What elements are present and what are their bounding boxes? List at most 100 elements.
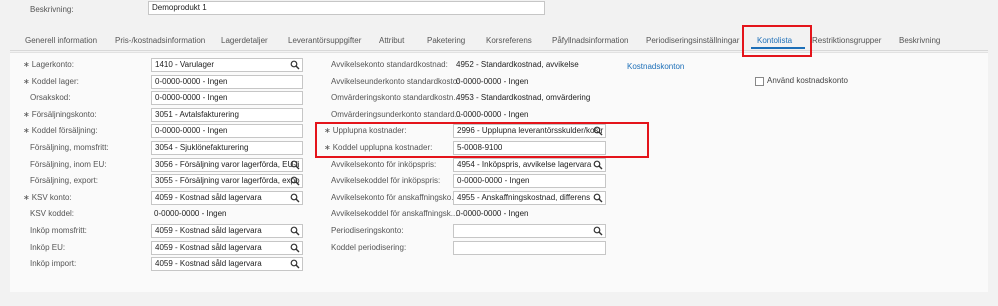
required-marker: ∗ <box>23 109 30 119</box>
account-input-field[interactable]: 0-0000-0000 - Ingen <box>151 74 303 89</box>
search-icon[interactable] <box>290 60 300 70</box>
search-icon[interactable] <box>290 259 300 269</box>
account-lookup-field[interactable]: 4059 - Kostnad såld lagervara <box>151 240 303 255</box>
field-label-text: Avvikelseunderkonto standardkosto: <box>331 76 460 86</box>
account-lookup-field[interactable]: 3056 - Försäljning varor lagerförda, EU-… <box>151 157 303 172</box>
field-label: Periodiseringskonto: <box>331 225 403 237</box>
tab-3[interactable]: Leverantörsuppgifter <box>288 35 361 47</box>
field-value: 0-0000-0000 - Ingen <box>456 209 529 219</box>
field-label-text: Försäljning, momsfritt: <box>30 143 109 152</box>
tab-4[interactable]: Attribut <box>379 35 404 47</box>
field-label-text: Inköp EU: <box>30 242 66 252</box>
field-label: Inköp EU: <box>30 242 65 254</box>
required-marker: ∗ <box>23 192 30 202</box>
field-label: Inköp momsfritt: <box>30 225 87 237</box>
required-marker: ∗ <box>23 60 30 69</box>
field-label: Orsakskod: <box>30 92 70 104</box>
tab-8[interactable]: Periodiseringsinställningar <box>646 35 739 47</box>
field-label-text: Avvikelsekoddel för anskaffningsk... <box>331 209 458 219</box>
field-label-text: KSV konto: <box>31 192 72 202</box>
field-label: ∗ Koddel lager: <box>23 76 79 88</box>
tab-6[interactable]: Korsreferens <box>486 35 532 47</box>
tab-11[interactable]: Beskrivning <box>899 35 940 47</box>
field-value: 3056 - Försäljning varor lagerförda, EU-… <box>155 159 300 169</box>
account-lookup-field[interactable]: 4059 - Kostnad såld lagervara <box>151 190 303 205</box>
account-lookup-field[interactable]: 4954 - Inköpspris, avvikelse lagervara <box>453 157 606 172</box>
tab-10[interactable]: Restriktionsgrupper <box>812 35 881 47</box>
field-label: ∗ Försäljningskonto: <box>23 109 97 121</box>
field-value: 0-0000-0000 - Ingen <box>456 109 529 119</box>
field-label-text: Avvikelsekonto för inköpspris: <box>331 159 437 169</box>
field-label-text: Periodiseringskonto: <box>331 226 404 235</box>
account-lookup-field[interactable]: 3055 - Försäljning varor lagerförda, exp… <box>151 174 303 189</box>
search-icon[interactable] <box>593 193 603 203</box>
search-icon[interactable] <box>290 226 300 236</box>
account-input-field[interactable]: 3054 - Sjuklönefakturering <box>151 141 303 155</box>
field-value: 4952 - Standardkostnad, avvikelse <box>456 60 579 69</box>
tab-2[interactable]: Lagerdetaljer <box>221 35 268 47</box>
search-icon[interactable] <box>593 160 603 170</box>
field-value: 0-0000-0000 - Ingen <box>155 126 228 136</box>
field-value: 4955 - Anskaffningskostnad, differens <box>457 192 591 202</box>
field-value: 0-0000-0000 - Ingen <box>457 176 530 186</box>
field-value: 3055 - Försäljning varor lagerförda, exp… <box>155 176 300 186</box>
required-marker: ∗ <box>23 126 30 136</box>
field-value: 4059 - Kostnad såld lagervara <box>155 259 262 269</box>
field-label-text: Försäljning, export: <box>30 176 99 186</box>
field-label: Försäljning, export: <box>30 175 98 187</box>
field-label-text: KSV koddel: <box>30 209 75 219</box>
search-icon[interactable] <box>290 160 300 170</box>
search-icon[interactable] <box>290 193 300 203</box>
field-value: 0-0000-0000 - Ingen <box>456 76 529 86</box>
field-label: Avvikelsekoddel för anskaffningsk... <box>331 208 457 220</box>
field-value: 4954 - Inköpspris, avvikelse lagervara <box>457 159 592 169</box>
tab-1[interactable]: Pris-/kostnadsinformation <box>115 35 205 47</box>
field-value: 4059 - Kostnad såld lagervara <box>155 226 262 235</box>
field-label: Försäljning, inom EU: <box>30 159 106 171</box>
account-input-field[interactable] <box>453 240 606 255</box>
active-tab-highlight <box>742 25 812 57</box>
field-label: Avvikelseunderkonto standardkosto: <box>331 76 459 88</box>
account-lookup-field[interactable]: 4059 - Kostnad såld lagervara <box>151 224 303 238</box>
account-lookup-field[interactable] <box>453 224 606 238</box>
account-lookup-field[interactable]: 4955 - Anskaffningskostnad, differens <box>453 190 606 205</box>
field-label: Avvikelsekoddel för inköpspris: <box>331 175 440 187</box>
field-value: 4059 - Kostnad såld lagervara <box>155 242 262 252</box>
tab-bar-divider <box>10 50 988 51</box>
field-value: 0-0000-0000 - Ingen <box>155 93 228 103</box>
field-label-text: Lagerkonto: <box>31 60 74 69</box>
field-label: Avvikelsekonto för inköpspris: <box>331 159 436 171</box>
field-label: Försäljning, momsfritt: <box>30 142 109 154</box>
search-icon[interactable] <box>593 226 603 236</box>
field-label: Avvikelsekonto för anskaffningsko... <box>331 192 458 204</box>
tab-0[interactable]: Generell information <box>25 35 97 47</box>
cost-accounts-link[interactable]: Kostnadskonton <box>627 61 684 73</box>
field-label-text: Omvärderingsunderkonto standard... <box>331 109 462 119</box>
account-input-field[interactable]: 0-0000-0000 - Ingen <box>151 91 303 106</box>
use-cost-account-checkbox[interactable] <box>755 77 764 86</box>
field-label-text: Avvikelsekoddel för inköpspris: <box>331 176 441 186</box>
field-value: 4059 - Kostnad såld lagervara <box>155 192 262 202</box>
field-label-text: Försäljning, inom EU: <box>30 159 107 169</box>
field-label-text: Koddel försäljning: <box>31 126 98 136</box>
account-lookup-field[interactable]: 4059 - Kostnad såld lagervara <box>151 257 303 272</box>
search-icon[interactable] <box>290 243 300 253</box>
field-label-text: Försäljningskonto: <box>31 109 97 119</box>
field-value: 4953 - Standardkostnad, omvärdering <box>456 93 591 103</box>
field-label-text: Avvikelsekonto för anskaffningsko... <box>331 192 458 202</box>
field-label: ∗ Lagerkonto: <box>23 59 74 71</box>
field-label-text: Orsakskod: <box>30 93 71 103</box>
account-input-field[interactable]: 0-0000-0000 - Ingen <box>453 174 606 189</box>
tab-7[interactable]: Påfyllnadsinformation <box>552 35 628 47</box>
account-lookup-field[interactable]: 1410 - Varulager <box>151 58 303 72</box>
field-label: KSV koddel: <box>30 208 74 220</box>
tab-5[interactable]: Paketering <box>427 35 465 47</box>
field-label: Omvärderingsunderkonto standard... <box>331 109 461 121</box>
account-input-field[interactable]: 0-0000-0000 - Ingen <box>151 124 303 139</box>
search-icon[interactable] <box>290 176 300 186</box>
field-label-text: Avvikelsekonto standardkostnad: <box>331 60 448 69</box>
description-field[interactable]: Demoprodukt 1 <box>148 1 545 15</box>
field-label: ∗ KSV konto: <box>23 192 72 204</box>
account-input-field[interactable]: 3051 - Avtalsfakturering <box>151 107 303 122</box>
field-value: 0-0000-0000 - Ingen <box>155 76 228 86</box>
